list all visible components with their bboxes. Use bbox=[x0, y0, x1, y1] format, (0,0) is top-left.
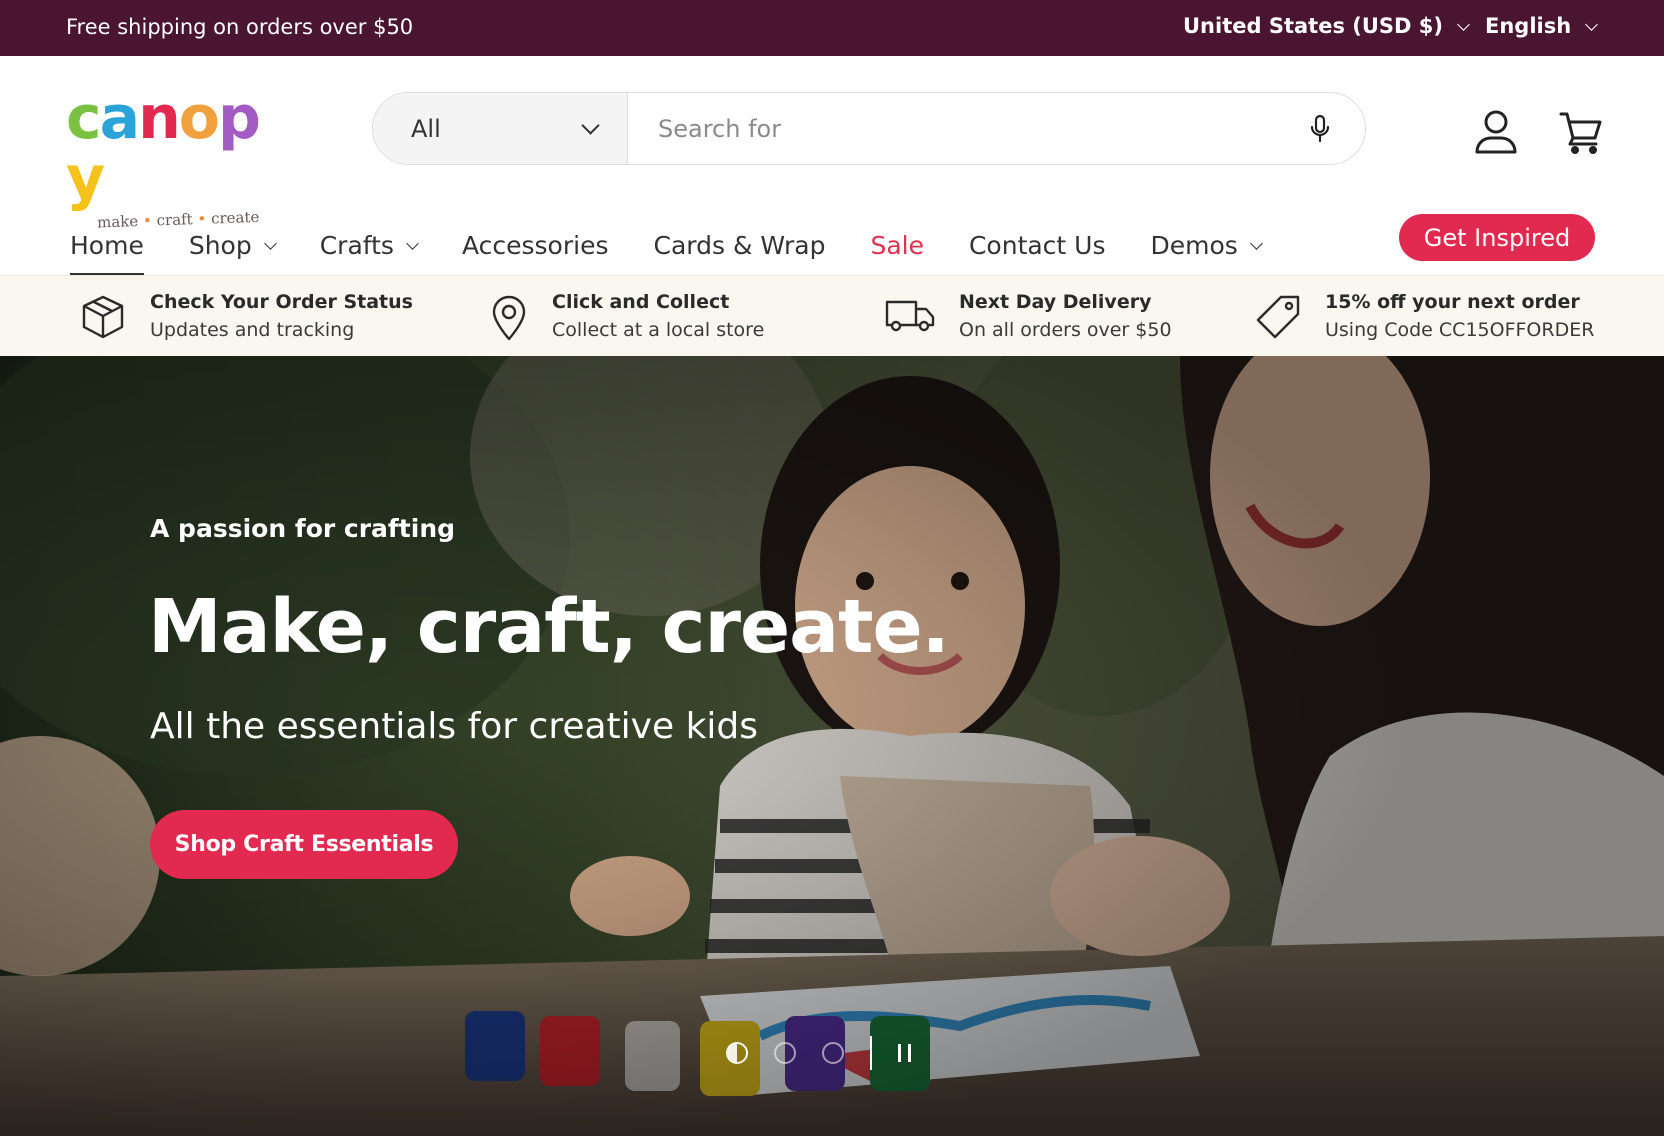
logo-wordmark: canopy bbox=[66, 88, 296, 208]
currency-label: United States (USD $) bbox=[1183, 14, 1443, 38]
nav-item-accessories[interactable]: Accessories bbox=[462, 218, 609, 272]
hero-kicker: A passion for crafting bbox=[150, 514, 456, 543]
chevron-down-icon bbox=[581, 116, 600, 135]
language-label: English bbox=[1485, 14, 1572, 38]
pause-icon bbox=[898, 1044, 901, 1062]
search-scope-select[interactable]: All bbox=[373, 93, 628, 164]
logo-letter: p bbox=[218, 83, 261, 153]
logo-letter: n bbox=[138, 83, 181, 153]
usp-next-day-delivery[interactable]: Next Day Delivery On all orders over $50 bbox=[885, 288, 1172, 344]
usp-click-collect[interactable]: Click and Collect Collect at a local stor… bbox=[490, 288, 764, 344]
announcement-message: Free shipping on orders over $50 bbox=[66, 15, 414, 39]
pause-button[interactable] bbox=[898, 1044, 911, 1062]
account-button[interactable] bbox=[1472, 108, 1520, 156]
logo-letter: a bbox=[99, 83, 140, 153]
usp-subtitle: On all orders over $50 bbox=[959, 319, 1172, 341]
slide-dot-1[interactable] bbox=[726, 1042, 748, 1064]
usp-title: Next Day Delivery bbox=[959, 291, 1152, 313]
nav-item-cards-wrap[interactable]: Cards & Wrap bbox=[653, 218, 825, 272]
announcement-bar: Free shipping on orders over $50 United … bbox=[0, 0, 1664, 56]
nav-label: Accessories bbox=[461, 230, 609, 260]
nav-item-home[interactable]: Home bbox=[70, 218, 144, 276]
nav-label: Home bbox=[70, 230, 144, 260]
search-input[interactable] bbox=[628, 93, 1275, 164]
map-pin-icon bbox=[492, 295, 526, 341]
controls-divider bbox=[870, 1036, 872, 1070]
box-icon bbox=[82, 295, 124, 339]
get-inspired-button[interactable]: Get Inspired bbox=[1399, 214, 1595, 261]
nav-label: Sale bbox=[870, 230, 924, 260]
usp-order-status[interactable]: Check Your Order Status Updates and track… bbox=[80, 288, 413, 344]
chevron-down-icon bbox=[1585, 17, 1599, 31]
logo-letter: y bbox=[66, 143, 105, 213]
slide-dot-2[interactable] bbox=[774, 1042, 796, 1064]
usp-title: Check Your Order Status bbox=[150, 291, 413, 313]
currency-selector[interactable]: United States (USD $) bbox=[1183, 14, 1470, 38]
chevron-down-icon bbox=[1249, 236, 1263, 250]
microphone-icon bbox=[1310, 114, 1330, 142]
nav-label: Contact Us bbox=[968, 230, 1106, 260]
main-navigation: Home Shop Crafts Accessories Cards & Wra… bbox=[70, 218, 1263, 276]
logo-letter: c bbox=[66, 83, 102, 153]
nav-item-crafts[interactable]: Crafts bbox=[319, 218, 419, 272]
nav-label: Cards & Wrap bbox=[653, 230, 826, 260]
usp-discount[interactable]: 15% off your next order Using Code CC15OF… bbox=[1255, 288, 1594, 344]
user-icon bbox=[1475, 110, 1517, 154]
nav-item-sale[interactable]: Sale bbox=[870, 218, 924, 272]
nav-item-demos[interactable]: Demos bbox=[1150, 218, 1263, 272]
nav-item-shop[interactable]: Shop bbox=[188, 218, 277, 272]
hero-heading: Make, craft, create. bbox=[148, 584, 950, 670]
shop-craft-essentials-button[interactable]: Shop Craft Essentials bbox=[150, 810, 458, 879]
truck-icon bbox=[885, 300, 935, 332]
voice-search-button[interactable] bbox=[1275, 93, 1365, 164]
chevron-down-icon bbox=[406, 236, 419, 250]
usp-subtitle: Collect at a local store bbox=[552, 319, 765, 341]
usp-title: Click and Collect bbox=[552, 291, 730, 313]
usp-title: 15% off your next order bbox=[1325, 291, 1580, 313]
pause-icon bbox=[908, 1044, 911, 1062]
nav-label: Demos bbox=[1150, 230, 1238, 260]
search-bar: All bbox=[372, 92, 1366, 165]
nav-item-contact-us[interactable]: Contact Us bbox=[969, 218, 1106, 272]
language-selector[interactable]: English bbox=[1485, 14, 1599, 38]
cart-button[interactable] bbox=[1558, 108, 1606, 156]
hero-banner: A passion for crafting Make, craft, crea… bbox=[0, 356, 1664, 1136]
usp-subtitle: Using Code CC15OFFORDER bbox=[1325, 319, 1595, 341]
slideshow-controls bbox=[726, 1036, 911, 1070]
chevron-down-icon bbox=[263, 236, 277, 250]
shopping-cart-icon bbox=[1559, 112, 1602, 154]
nav-label: Crafts bbox=[319, 230, 394, 260]
logo-letter: o bbox=[178, 83, 220, 153]
hero-subheading: All the essentials for creative kids bbox=[150, 706, 759, 747]
search-scope-value: All bbox=[411, 114, 441, 143]
site-logo[interactable]: canopy make • craft • create bbox=[66, 88, 296, 231]
slide-dot-3[interactable] bbox=[822, 1042, 844, 1064]
tag-icon bbox=[1256, 295, 1300, 339]
nav-label: Shop bbox=[188, 230, 252, 260]
chevron-down-icon bbox=[1457, 17, 1470, 31]
usp-subtitle: Updates and tracking bbox=[150, 319, 355, 341]
usp-strip: Check Your Order Status Updates and track… bbox=[0, 275, 1664, 356]
